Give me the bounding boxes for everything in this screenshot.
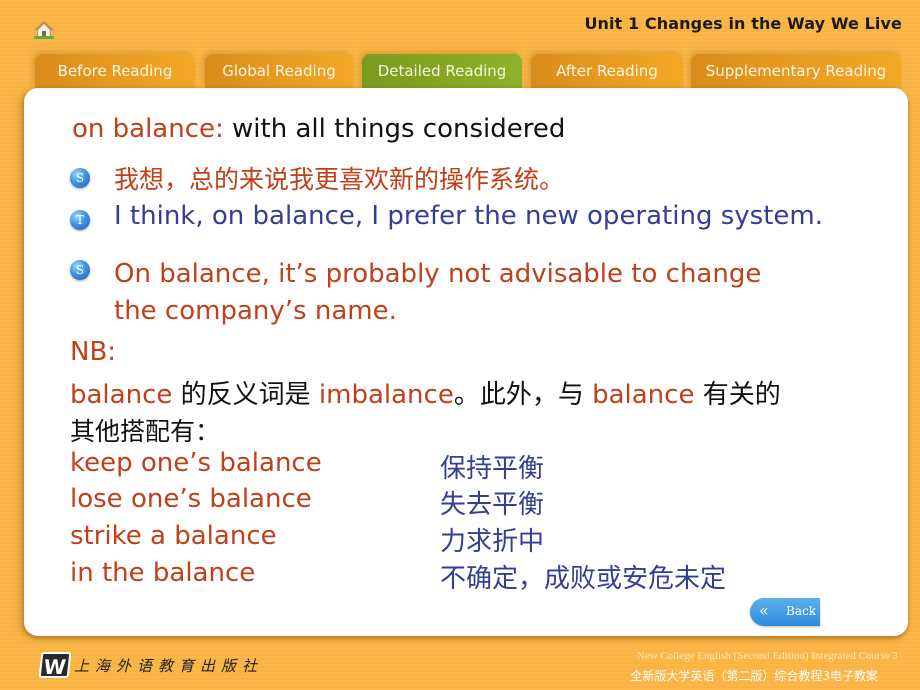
double-chevron-left-icon: « [759,601,769,620]
home-icon[interactable] [33,20,55,40]
nb-label: NB: [70,337,117,367]
example-translation: I think, on balance, I prefer the new op… [114,201,823,231]
term: on balance: [72,114,224,144]
tab-after-reading[interactable]: After Reading [531,54,683,88]
definition-line: on balance: with all things considered [72,114,565,144]
definition: with all things considered [223,114,566,144]
word-balance: balance [70,380,173,410]
content-panel: on balance: with all things considered S… [24,88,908,636]
antonym-note-line2: 其他搭配有： [70,417,221,446]
section-tabs: Before Reading Global Reading Detailed R… [0,54,920,88]
collocation-en: lose one’s balance [70,484,312,514]
example-sentence-line1: On balance, it’s probably not advisable … [114,259,762,289]
student-badge-icon[interactable]: S [70,168,90,188]
note-text: 有关的 [694,380,781,410]
student-badge-icon[interactable]: S [70,260,90,280]
note-text: 。此外，与 [453,380,593,410]
example-sentence-line2: the company’s name. [114,296,397,326]
collocation-zh: 力求折中 [440,527,545,557]
tab-before-reading[interactable]: Before Reading [35,54,195,88]
collocation-zh: 保持平衡 [440,454,545,484]
publisher-name: 上海外语教育出版社 [74,656,264,675]
course-title-zh: 全新版大学英语（第二版）综合教程3电子教案 [630,669,878,683]
antonym-note: balance 的反义词是 imbalance。此外，与 balance 有关的 [70,374,781,411]
publisher-logo-icon: W [38,652,72,679]
back-button[interactable]: « Back [750,598,820,626]
unit-title: Unit 1 Changes in the Way We Live [584,14,902,33]
publisher-logo: W 上海外语教育出版社 [38,651,264,679]
tab-global-reading[interactable]: Global Reading [205,54,353,88]
collocation-en: in the balance [70,558,256,588]
collocation-en: strike a balance [70,521,277,551]
word-balance: balance [592,380,695,410]
example-chinese: 我想，总的来说我更喜欢新的操作系统。 [114,165,565,194]
back-label: Back [786,604,816,618]
tab-supplementary-reading[interactable]: Supplementary Reading [691,54,901,88]
word-imbalance: imbalance [318,380,454,410]
collocation-zh: 失去平衡 [440,490,545,520]
course-title-en: New College English (Second Edition) Int… [636,650,898,662]
collocation-zh: 不确定，成败或安危未定 [440,564,727,594]
teacher-badge-icon[interactable]: T [70,210,90,230]
tab-detailed-reading[interactable]: Detailed Reading [362,54,522,88]
note-text: 的反义词是 [172,380,319,410]
collocation-en: keep one’s balance [70,448,322,478]
